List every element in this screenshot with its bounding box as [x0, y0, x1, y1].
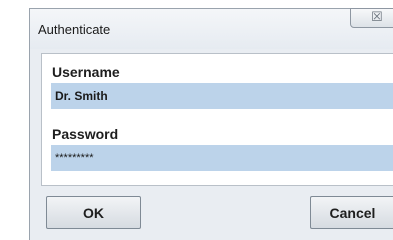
cancel-button[interactable]: Cancel	[310, 196, 393, 229]
password-label: Password	[52, 126, 119, 142]
close-icon: ☒	[371, 10, 383, 25]
authenticate-dialog: Authenticate ☒ Username Password OK Canc…	[29, 8, 393, 240]
username-label: Username	[52, 64, 120, 80]
ok-button[interactable]: OK	[46, 196, 141, 229]
username-field[interactable]	[51, 83, 393, 109]
credentials-panel: Username Password	[41, 53, 393, 186]
title-bar: Authenticate ☒	[30, 8, 393, 49]
password-field[interactable]	[51, 145, 393, 171]
close-button[interactable]: ☒	[350, 8, 393, 28]
dialog-title: Authenticate	[38, 22, 111, 37]
